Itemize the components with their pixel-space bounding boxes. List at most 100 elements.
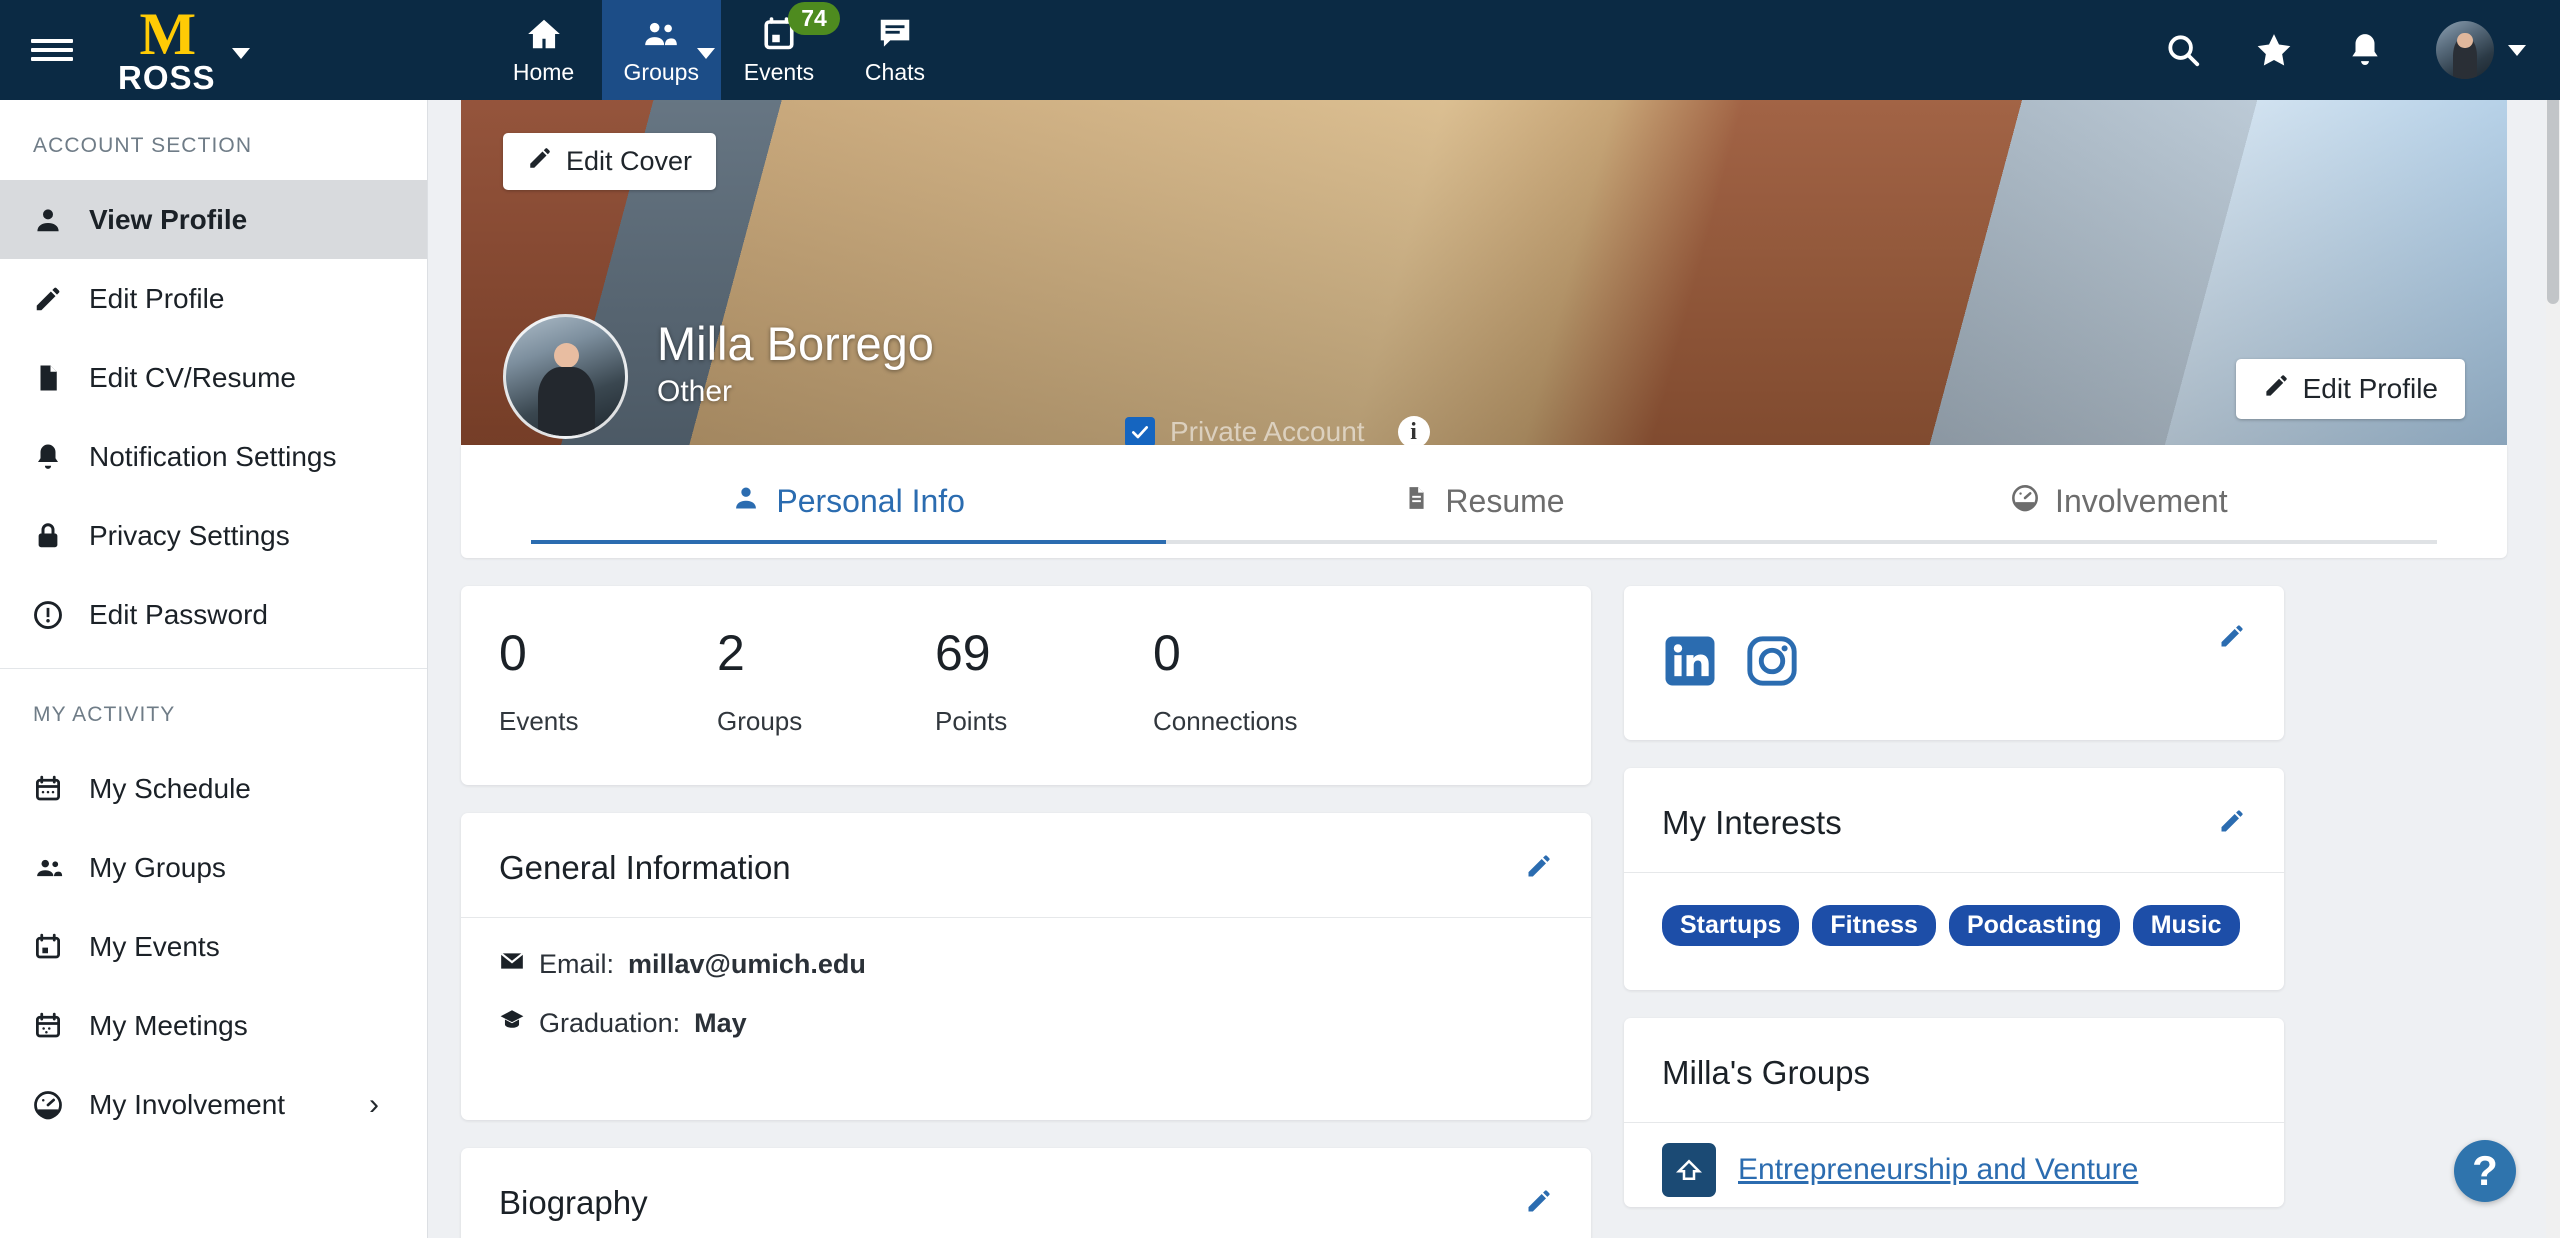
person-icon (33, 205, 79, 235)
sidebar-item-my-schedule[interactable]: My Schedule (0, 749, 427, 828)
groups-icon (640, 14, 682, 54)
gauge-icon (2011, 483, 2039, 520)
sidebar-item-label: Notification Settings (89, 440, 337, 472)
sidebar-item-my-meetings[interactable]: My Meetings (0, 986, 427, 1065)
search-icon[interactable] (2164, 31, 2202, 69)
instagram-icon[interactable] (1744, 633, 1800, 694)
pencil-icon (2263, 372, 2290, 406)
group-list-item[interactable]: Entrepreneurship and Venture (1624, 1123, 2284, 1207)
sidebar-section-activity-label: MY ACTIVITY (33, 703, 176, 726)
gauge-icon (33, 1090, 79, 1120)
sidebar-item-label: My Schedule (89, 772, 251, 804)
tab-underline-track (531, 540, 2437, 544)
edit-interests-pencil-icon[interactable] (2218, 807, 2246, 840)
sidebar-item-label: Privacy Settings (89, 519, 290, 551)
tab-personal-info-label: Personal Info (776, 483, 965, 519)
top-navigation-bar: M ROSS Home Groups 74 Events Chats (0, 0, 2560, 100)
sidebar-item-view-profile[interactable]: View Profile (0, 180, 427, 259)
stat-value: 0 (1153, 625, 1181, 681)
user-avatar-menu[interactable] (2436, 21, 2526, 79)
bell-icon[interactable] (2346, 31, 2384, 69)
graduation-label: Graduation: (539, 1008, 681, 1038)
nav-tab-groups[interactable]: Groups (601, 0, 721, 100)
lock-icon (33, 521, 79, 551)
interest-chip[interactable]: Startups (1662, 905, 1800, 946)
sidebar-section-account-label: ACCOUNT SECTION (33, 134, 253, 157)
sidebar-item-notification-settings[interactable]: Notification Settings (0, 417, 427, 496)
interest-chip[interactable]: Fitness (1812, 905, 1936, 946)
stat-label: Points (935, 706, 1008, 736)
tab-involvement-label: Involvement (2055, 483, 2228, 519)
email-value: millav@umich.edu (628, 949, 866, 979)
sidebar-item-my-groups[interactable]: My Groups (0, 828, 427, 907)
pencil-icon (527, 145, 553, 178)
sidebar-item-label: My Meetings (89, 1009, 248, 1041)
sidebar-item-edit-password[interactable]: Edit Password (0, 575, 427, 654)
stats-card: 0 Events 2 Groups 69 Points 0 Connection… (461, 586, 1591, 785)
chevron-right-icon[interactable]: › (369, 1088, 379, 1122)
edit-social-links-pencil-icon[interactable] (2218, 622, 2246, 655)
nav-tab-events[interactable]: 74 Events (721, 0, 840, 100)
info-icon[interactable]: i (1397, 416, 1430, 445)
edit-biography-pencil-icon[interactable] (1525, 1187, 1553, 1220)
sidebar-item-privacy-settings[interactable]: Privacy Settings (0, 496, 427, 575)
brand-chevron-down-icon[interactable] (231, 47, 250, 59)
chat-icon (876, 14, 914, 54)
help-button[interactable]: ? (2454, 1140, 2516, 1202)
nav-tab-chats[interactable]: Chats (837, 0, 953, 100)
left-sidebar: ACCOUNT SECTION View Profile Edit Profil… (0, 100, 428, 1238)
graduation-row: Graduation: May (499, 1007, 1553, 1040)
stat-connections: 0 Connections (1153, 628, 1371, 737)
edit-general-information-pencil-icon[interactable] (1525, 852, 1553, 885)
linkedin-icon[interactable] (1662, 633, 1718, 694)
stat-points: 69 Points (935, 628, 1153, 737)
stat-label: Connections (1153, 706, 1298, 736)
profile-role: Other (657, 375, 733, 408)
profile-content: Edit Cover Milla Borrego Other Private A… (428, 100, 2540, 1238)
sidebar-item-edit-cv-resume[interactable]: Edit CV/Resume (0, 338, 427, 417)
interest-chip[interactable]: Music (2132, 905, 2240, 946)
nav-right-actions (2164, 0, 2560, 100)
my-groups-card: Milla's Groups Entrepreneurship and Vent… (1624, 1018, 2284, 1207)
hamburger-menu-icon[interactable] (0, 0, 104, 100)
private-account-checkbox[interactable] (1125, 417, 1155, 445)
sidebar-item-my-events[interactable]: My Events (0, 907, 427, 986)
document-icon (1403, 483, 1429, 520)
group-logo-icon (1662, 1143, 1716, 1197)
groups-chevron-down-icon[interactable] (696, 48, 715, 59)
my-groups-title: Milla's Groups (1662, 1054, 1871, 1091)
pencil-icon (33, 284, 79, 314)
group-name-link[interactable]: Entrepreneurship and Venture (1738, 1153, 2138, 1187)
profile-picture[interactable] (503, 314, 628, 439)
groups-icon (33, 853, 79, 883)
brand-logo[interactable]: M ROSS (104, 0, 250, 100)
edit-cover-label: Edit Cover (566, 146, 693, 176)
biography-card: Biography (461, 1148, 1591, 1238)
stat-label: Events (499, 706, 579, 736)
sidebar-item-label: Edit Password (89, 598, 268, 630)
sidebar-item-edit-profile[interactable]: Edit Profile (0, 259, 427, 338)
general-information-title: General Information (499, 849, 791, 886)
profile-picture-body (538, 366, 596, 436)
sidebar-item-my-involvement[interactable]: My Involvement › (0, 1065, 427, 1144)
avatar (2436, 21, 2494, 79)
nav-tab-home[interactable]: Home (486, 0, 602, 100)
events-count-badge: 74 (788, 2, 840, 36)
stat-value: 2 (717, 625, 745, 681)
sidebar-item-label: Edit Profile (89, 282, 225, 314)
calendar-icon (33, 1011, 79, 1041)
edit-profile-button[interactable]: Edit Profile (2235, 359, 2465, 419)
profile-name: Milla Borrego (657, 317, 934, 370)
nav-tab-chats-label: Chats (864, 59, 926, 85)
biography-title: Biography (499, 1184, 648, 1221)
interest-chip[interactable]: Podcasting (1948, 905, 2120, 946)
edit-cover-button[interactable]: Edit Cover (503, 133, 717, 190)
avatar-chevron-down-icon[interactable] (2508, 44, 2526, 56)
star-icon[interactable] (2254, 30, 2294, 70)
private-account-row: Private Account i (1125, 416, 1430, 445)
interest-chip-list: Startups Fitness Podcasting Music (1624, 873, 2284, 990)
sidebar-item-label: My Involvement (89, 1088, 286, 1120)
private-account-label: Private Account (1170, 416, 1365, 445)
profile-columns: 0 Events 2 Groups 69 Points 0 Connection… (461, 586, 2507, 1238)
sidebar-item-label: My Events (89, 930, 220, 962)
